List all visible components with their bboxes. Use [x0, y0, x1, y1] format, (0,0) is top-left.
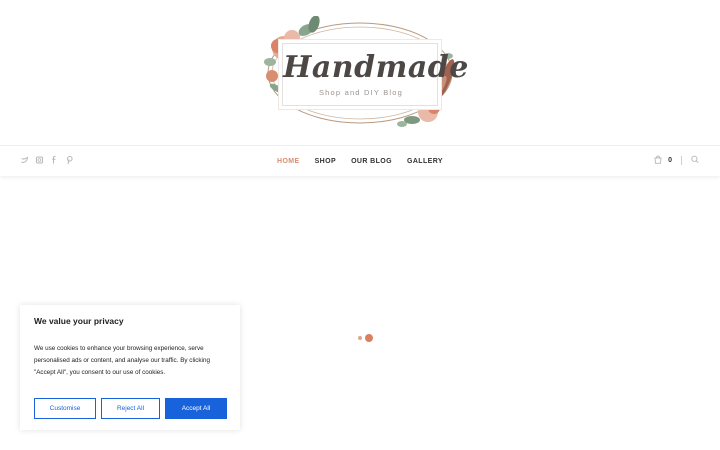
cookie-description: We use cookies to enhance your browsing …: [34, 345, 210, 376]
cart-count[interactable]: 0: [668, 157, 672, 164]
cookie-consent-banner: We value your privacy We use cookies to …: [20, 305, 240, 430]
loading-indicator-dot: [365, 334, 373, 342]
loading-indicator-dot: [358, 336, 362, 340]
accept-all-button[interactable]: Accept All: [165, 398, 227, 419]
logo-card: Handmade Shop and DIY Blog: [282, 43, 469, 106]
site-header: Handmade Shop and DIY Blog: [0, 0, 720, 145]
main-navbar: HOME SHOP OUR BLOG GALLERY 0: [0, 145, 720, 176]
cart-icon[interactable]: [654, 155, 662, 166]
site-logo[interactable]: Handmade Shop and DIY Blog: [262, 16, 469, 130]
nav-item-home[interactable]: HOME: [277, 158, 300, 165]
customise-button[interactable]: Customise: [34, 398, 96, 419]
nav-item-our-blog[interactable]: OUR BLOG: [351, 158, 392, 165]
reject-all-button[interactable]: Reject All: [101, 398, 160, 419]
main-menu: HOME SHOP OUR BLOG GALLERY: [0, 146, 720, 176]
header-tools: 0: [654, 155, 699, 166]
logo-title: Handmade: [283, 50, 469, 85]
nav-item-gallery[interactable]: GALLERY: [407, 158, 443, 165]
cookie-title: We value your privacy: [34, 316, 124, 326]
nav-item-shop[interactable]: SHOP: [315, 158, 336, 165]
search-icon[interactable]: [691, 155, 699, 166]
logo-subtitle: Shop and DIY Blog: [318, 88, 404, 97]
tools-divider: [681, 156, 682, 165]
